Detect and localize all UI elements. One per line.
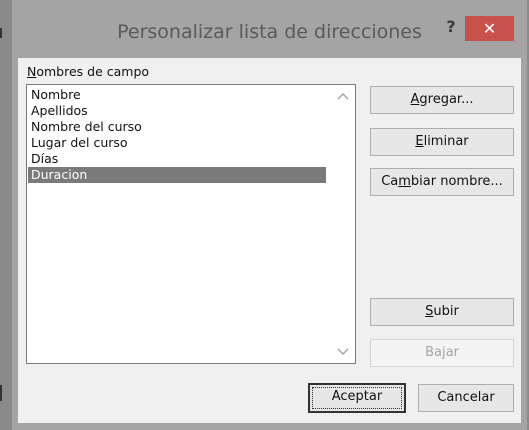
list-item-selected[interactable]: Duracion [28, 167, 326, 183]
help-button[interactable]: ? [440, 17, 462, 39]
chevron-up-icon[interactable] [335, 89, 351, 103]
field-names-listbox[interactable]: Nombre Apellidos Nombre del curso Lugar … [26, 84, 356, 364]
rename-button[interactable]: Cambiar nombre... [370, 168, 514, 196]
focus-rectangle [312, 387, 402, 409]
delete-button[interactable]: Eliminar [370, 128, 514, 156]
ok-button[interactable]: Aceptar [308, 383, 406, 413]
add-button[interactable]: Agregar... [370, 86, 514, 114]
close-icon: ✕ [482, 19, 497, 38]
list-item[interactable]: Apellidos [28, 103, 326, 119]
move-up-button[interactable]: Subir [370, 298, 514, 326]
move-down-button[interactable]: Bajar [370, 339, 514, 367]
list-item[interactable]: Nombre del curso [28, 119, 326, 135]
field-names-label: Nombres de campo [27, 64, 150, 79]
list-item[interactable]: Nombre [28, 87, 326, 103]
customize-address-list-dialog: Personalizar lista de direcciones ? ✕ No… [12, 0, 527, 430]
background-edge-mark [0, 385, 2, 401]
close-button[interactable]: ✕ [465, 16, 514, 41]
cancel-button[interactable]: Cancelar [418, 384, 514, 412]
list-item[interactable]: Lugar del curso [28, 135, 326, 151]
chevron-down-icon[interactable] [335, 345, 351, 359]
dialog-content: Nombres de campo Nombre Apellidos Nombre… [18, 58, 521, 423]
background-edge-mark [0, 28, 2, 38]
title-bar[interactable]: Personalizar lista de direcciones ? ✕ [12, 0, 527, 58]
list-item[interactable]: Días [28, 151, 326, 167]
